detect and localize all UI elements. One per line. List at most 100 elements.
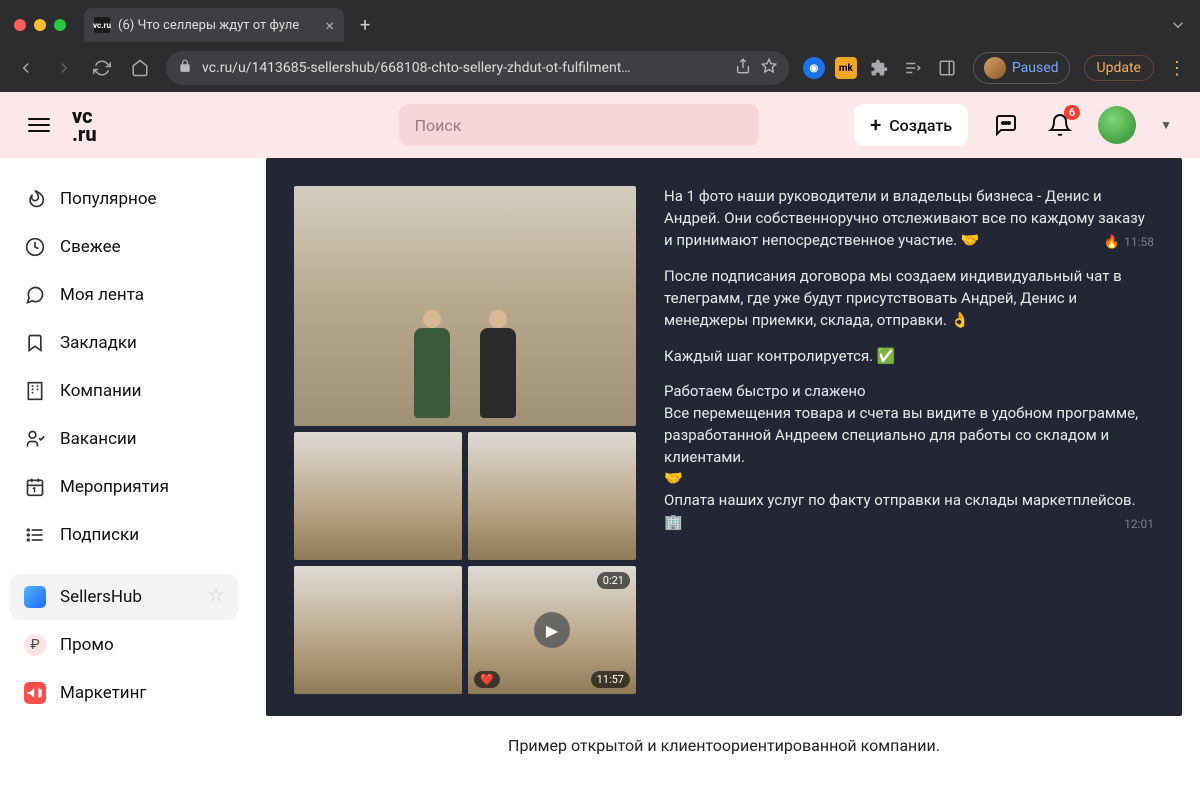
calendar-icon: 1 <box>24 476 46 498</box>
play-icon: ▶ <box>534 612 570 648</box>
svg-text:1: 1 <box>33 486 37 494</box>
page: vc.ru Поиск + Создать 6 ▼ Популярное Све… <box>0 92 1200 800</box>
list-icon <box>24 524 46 546</box>
menu-burger-icon[interactable] <box>28 118 50 132</box>
sidebar-channel-promo[interactable]: ₽ Промо <box>10 622 238 668</box>
tab-bar: vc.ru (6) Что селлеры ждут от фуле × + <box>0 0 1200 44</box>
message: После подписания договора мы создаем инд… <box>664 266 1154 331</box>
message: Все перемещения товара и счета вы видите… <box>664 403 1154 468</box>
message: Каждый шаг контролируется. ✅ <box>664 346 1154 368</box>
sidepanel-icon[interactable] <box>935 56 959 80</box>
video-timestamp: 11:57 <box>591 671 630 688</box>
sidebar-channel-sellershub[interactable]: SellersHub <box>10 574 238 620</box>
create-button[interactable]: + Создать <box>854 104 968 146</box>
forward-button[interactable] <box>52 56 76 80</box>
sidebar-label: Компании <box>60 381 142 401</box>
sidebar-label: Промо <box>60 635 114 655</box>
user-avatar[interactable] <box>1098 106 1136 144</box>
sidebar: Популярное Свежее Моя лента Закладки Ком… <box>0 158 248 800</box>
url-bar[interactable]: vc.ru/u/1413685-sellershub/668108-chto-s… <box>166 51 789 85</box>
extensions-icon[interactable] <box>867 56 891 80</box>
maximize-window[interactable] <box>54 19 66 31</box>
content: Популярное Свежее Моя лента Закладки Ком… <box>0 158 1200 800</box>
fire-icon <box>24 188 46 210</box>
sidebar-label: Свежее <box>60 237 121 257</box>
chevron-down-icon[interactable] <box>1166 13 1190 37</box>
building-icon <box>24 380 46 402</box>
site-logo[interactable]: vc.ru <box>72 107 97 143</box>
favicon: vc.ru <box>94 17 110 33</box>
messages-icon[interactable] <box>990 109 1022 141</box>
heart-icon: ❤️ <box>474 671 500 688</box>
sidebar-label: Вакансии <box>60 429 137 449</box>
extensions: ◉ mk <box>803 56 959 80</box>
message: 🤝 <box>664 468 1154 490</box>
site-header: vc.ru Поиск + Создать 6 ▼ <box>0 92 1200 158</box>
sidebar-label: Закладки <box>60 333 137 353</box>
warehouse-video[interactable]: 0:21 ▶ ❤️ 11:57 <box>468 566 636 694</box>
create-label: Создать <box>889 116 952 135</box>
chevron-down-icon[interactable]: ▼ <box>1160 118 1172 132</box>
bookmark-icon <box>24 332 46 354</box>
ruble-icon: ₽ <box>24 634 46 656</box>
close-tab-icon[interactable]: × <box>325 16 334 35</box>
sidebar-label: Подписки <box>60 525 139 545</box>
warehouse-photo-main <box>294 186 636 426</box>
reload-button[interactable] <box>90 56 114 80</box>
sidebar-item-bookmarks[interactable]: Закладки <box>10 320 238 366</box>
sidebar-item-jobs[interactable]: Вакансии <box>10 416 238 462</box>
sidebar-item-popular[interactable]: Популярное <box>10 176 238 222</box>
update-button[interactable]: Update <box>1084 55 1154 81</box>
lock-icon <box>178 59 192 77</box>
embedded-image: 0:21 ▶ ❤️ 11:57 На 1 фото наши руководит… <box>266 158 1182 716</box>
video-duration: 0:21 <box>597 572 630 589</box>
share-icon[interactable] <box>735 58 751 78</box>
person-icon <box>24 428 46 450</box>
extension-icon[interactable]: mk <box>835 57 857 79</box>
telegram-messages: На 1 фото наши руководители и владельцы … <box>664 186 1154 694</box>
clock-icon <box>24 236 46 258</box>
warehouse-photo <box>294 566 462 694</box>
tab-title: (6) Что селлеры ждут от фуле <box>118 18 317 33</box>
image-caption: Пример открытой и клиентоориентированной… <box>248 716 1200 775</box>
browser-chrome: vc.ru (6) Что селлеры ждут от фуле × + v… <box>0 0 1200 92</box>
bookmark-star-icon[interactable] <box>761 58 777 78</box>
profile-avatar <box>984 57 1006 79</box>
plus-icon: + <box>870 113 881 137</box>
home-button[interactable] <box>128 56 152 80</box>
reading-list-icon[interactable] <box>901 56 925 80</box>
article-body: 0:21 ▶ ❤️ 11:57 На 1 фото наши руководит… <box>248 158 1200 800</box>
sidebar-item-events[interactable]: 1Мероприятия <box>10 464 238 510</box>
channel-icon <box>24 586 46 608</box>
warehouse-photo <box>468 432 636 560</box>
feed-icon <box>24 284 46 306</box>
window-controls <box>14 19 66 31</box>
sidebar-label: SellersHub <box>60 587 142 607</box>
back-button[interactable] <box>14 56 38 80</box>
sidebar-item-companies[interactable]: Компании <box>10 368 238 414</box>
sidebar-label: Моя лента <box>60 285 144 305</box>
megaphone-icon <box>24 682 46 704</box>
search-input[interactable]: Поиск <box>399 104 759 146</box>
pin-icon[interactable] <box>208 587 224 608</box>
menu-icon[interactable]: ⋮ <box>1168 58 1186 79</box>
message: Оплата наших услуг по факту отправки на … <box>664 490 1154 534</box>
browser-tab[interactable]: vc.ru (6) Что селлеры ждут от фуле × <box>84 8 344 42</box>
profile-paused[interactable]: Paused <box>973 52 1070 84</box>
extension-icon[interactable]: ◉ <box>803 57 825 79</box>
new-tab-button[interactable]: + <box>360 15 370 36</box>
photo-collage: 0:21 ▶ ❤️ 11:57 <box>294 186 636 694</box>
message: Работаем быстро и слажено <box>664 381 1154 403</box>
notifications-icon[interactable]: 6 <box>1044 109 1076 141</box>
close-window[interactable] <box>14 19 26 31</box>
browser-toolbar: vc.ru/u/1413685-sellershub/668108-chto-s… <box>0 44 1200 92</box>
sidebar-item-fresh[interactable]: Свежее <box>10 224 238 270</box>
sidebar-item-feed[interactable]: Моя лента <box>10 272 238 318</box>
minimize-window[interactable] <box>34 19 46 31</box>
sidebar-label: Маркетинг <box>60 683 147 703</box>
sidebar-item-subscriptions[interactable]: Подписки <box>10 512 238 558</box>
url-text: vc.ru/u/1413685-sellershub/668108-chto-s… <box>202 60 725 76</box>
notification-badge: 6 <box>1064 105 1080 120</box>
warehouse-photo <box>294 432 462 560</box>
sidebar-channel-marketing[interactable]: Маркетинг <box>10 670 238 716</box>
